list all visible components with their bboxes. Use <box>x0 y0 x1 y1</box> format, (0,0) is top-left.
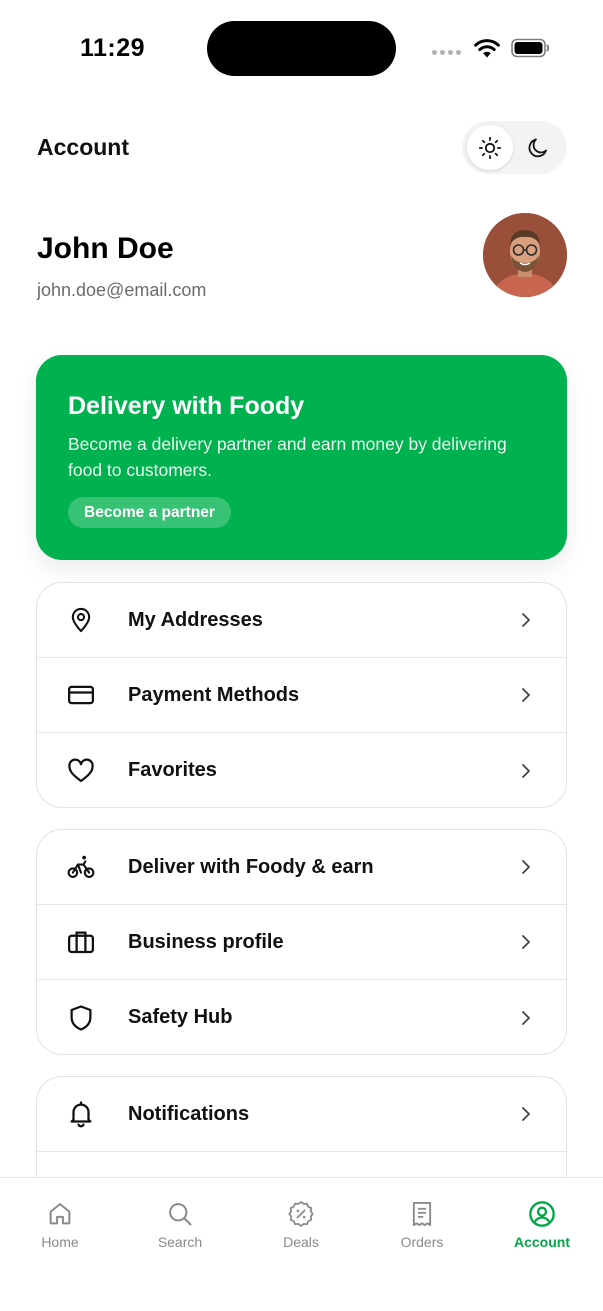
deals-badge-icon <box>288 1201 314 1227</box>
become-partner-button[interactable]: Become a partner <box>68 497 231 528</box>
battery-icon <box>511 38 550 58</box>
menu-item-deliver-with-foody[interactable]: Deliver with Foody & earn <box>37 830 566 905</box>
wifi-icon <box>474 39 500 58</box>
menu-group-more: Deliver with Foody & earn Business profi… <box>36 829 567 1055</box>
menu-item-my-addresses[interactable]: My Addresses <box>37 583 566 658</box>
light-mode-button[interactable] <box>467 125 513 170</box>
avatar[interactable] <box>483 213 567 297</box>
sun-icon <box>478 136 502 159</box>
menu-item-favorites[interactable]: Favorites <box>37 733 566 807</box>
user-circle-icon <box>529 1201 555 1227</box>
home-icon <box>49 1203 71 1225</box>
promo-description: Become a delivery partner and earn money… <box>68 434 507 480</box>
nav-label: Deals <box>283 1234 319 1250</box>
bell-icon <box>65 1098 97 1130</box>
location-pin-icon <box>65 604 97 636</box>
menu-group-account: My Addresses Payment Methods Favorites <box>36 582 567 808</box>
page-title: Account <box>37 134 129 160</box>
delivery-promo-card: Delivery with Foody Become a delivery pa… <box>36 355 567 560</box>
credit-card-icon <box>65 679 97 711</box>
nav-deals[interactable]: Deals <box>241 1200 361 1250</box>
search-icon <box>169 1203 192 1226</box>
nav-account[interactable]: Account <box>482 1200 602 1250</box>
user-email: john.doe@email.com <box>37 280 207 300</box>
briefcase-icon <box>65 926 97 958</box>
menu-item-business-profile[interactable]: Business profile <box>37 905 566 980</box>
menu-item-label: Business profile <box>128 930 284 953</box>
menu-item-label: Notifications <box>128 1102 250 1125</box>
menu-item-label: My Addresses <box>128 608 263 631</box>
nav-label: Orders <box>400 1234 444 1250</box>
cellular-signal-icon <box>432 49 461 55</box>
theme-toggle[interactable] <box>462 121 567 174</box>
nav-home[interactable]: Home <box>0 1200 120 1250</box>
status-time: 11:29 <box>80 34 146 62</box>
receipt-icon <box>412 1201 432 1227</box>
nav-orders[interactable]: Orders <box>362 1200 482 1250</box>
user-name: John Doe <box>37 232 174 265</box>
menu-item-label: Deliver with Foody & earn <box>128 855 374 878</box>
chevron-right-icon <box>522 860 530 874</box>
avatar-photo <box>483 213 567 297</box>
nav-label: Home <box>41 1234 79 1250</box>
menu-item-label: Favorites <box>128 759 217 781</box>
promo-title: Delivery with Foody <box>68 392 305 420</box>
menu-item-label: Safety Hub <box>128 1006 233 1028</box>
menu-item-label: Payment Methods <box>128 683 300 706</box>
dynamic-island <box>207 21 396 76</box>
nav-label: Account <box>514 1234 570 1250</box>
chevron-right-icon <box>522 763 530 778</box>
chevron-right-icon <box>522 1010 530 1025</box>
menu-item-payment-methods[interactable]: Payment Methods <box>37 658 566 733</box>
shield-icon <box>65 1002 97 1034</box>
chevron-right-icon <box>522 613 530 627</box>
moon-icon <box>528 138 547 157</box>
bottom-nav: Home Search Deals Orders Account <box>0 1177 603 1311</box>
nav-label: Search <box>157 1234 203 1250</box>
chevron-right-icon <box>522 1107 530 1121</box>
menu-item-notifications[interactable]: Notifications <box>37 1077 566 1152</box>
bike-icon <box>65 851 97 883</box>
nav-search[interactable]: Search <box>120 1200 240 1250</box>
status-indicators <box>432 36 551 60</box>
chevron-right-icon <box>522 688 530 702</box>
status-bar: 11:29 <box>0 0 603 96</box>
dark-mode-button[interactable] <box>515 125 561 170</box>
chevron-right-icon <box>522 935 530 949</box>
heart-icon <box>65 755 97 787</box>
menu-item-safety-hub[interactable]: Safety Hub <box>37 980 566 1054</box>
